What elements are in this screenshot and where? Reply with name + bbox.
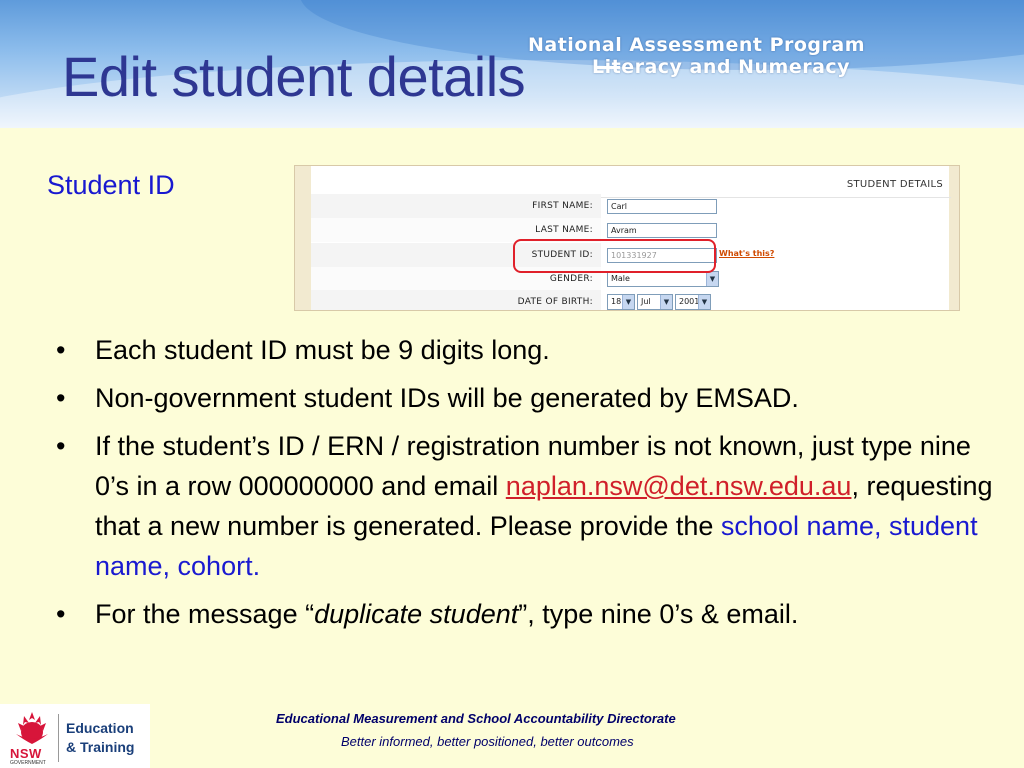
chevron-down-icon: ▼	[698, 295, 710, 309]
first-name-input[interactable]: Carl	[607, 199, 717, 214]
footer-tagline: Better informed, better positioned, bett…	[341, 734, 634, 749]
bullet-dot: •	[56, 599, 66, 629]
waratah-icon	[16, 712, 48, 744]
bullet-list: • Each student ID must be 9 digits long.…	[56, 330, 1006, 642]
bullet-dot: •	[56, 335, 66, 365]
bullet-text: ”, type nine 0’s & email.	[518, 599, 799, 629]
dob-day-value: 18	[611, 297, 622, 306]
bullet-dot: •	[56, 431, 66, 461]
logo-nsw: NSW	[10, 746, 42, 761]
bullet-item: • If the student’s ID / ERN / registrati…	[56, 426, 1006, 586]
dob-year-value: 2001	[679, 297, 700, 306]
logo-divider	[58, 714, 59, 762]
program-line1: National Assessment Program	[528, 34, 866, 56]
bullet-item: • Each student ID must be 9 digits long.	[56, 330, 1006, 370]
chevron-down-icon: ▼	[622, 295, 634, 309]
logo-education: Education	[66, 720, 134, 736]
form-header-text: STUDENT DETAILS	[846, 179, 943, 190]
gender-value: Male	[611, 274, 630, 283]
bullet-text: Each student ID must be 9 digits long.	[95, 335, 550, 365]
bullet-text: For the message “	[95, 599, 315, 629]
dob-row: DATE OF BIRTH: 18 ▼ Jul ▼ 2001 ▼	[311, 290, 951, 310]
student-details-form: STUDENT DETAILS FIRST NAME: Carl LAST NA…	[294, 165, 960, 311]
program-logo-text: National Assessment Program Literacy and…	[528, 34, 865, 78]
student-id-highlight	[513, 239, 716, 273]
chevron-down-icon: ▼	[706, 272, 718, 286]
program-line2: Literacy and Numeracy	[592, 56, 851, 78]
bullet-item: • Non-government student IDs will be gen…	[56, 378, 1006, 418]
nsw-education-logo: NSW GOVERNMENT Education & Training	[0, 704, 150, 768]
bullet-text: Non-government student IDs will be gener…	[95, 383, 799, 413]
form-edge	[295, 166, 311, 310]
email-link[interactable]: naplan.nsw@det.nsw.edu.au	[506, 471, 852, 501]
bullet-item: • For the message “duplicate student”, t…	[56, 594, 1006, 634]
dob-month-select[interactable]: Jul ▼	[637, 294, 673, 310]
section-label: Student ID	[47, 170, 175, 200]
last-name-input[interactable]: Avram	[607, 223, 717, 238]
footer-directorate: Educational Measurement and School Accou…	[276, 711, 676, 726]
logo-government: GOVERNMENT	[10, 760, 46, 766]
dob-label: DATE OF BIRTH:	[311, 290, 601, 310]
gender-select[interactable]: Male ▼	[607, 271, 719, 287]
page-title: Edit student details	[62, 45, 526, 108]
whats-this-link[interactable]: What's this?	[719, 249, 774, 258]
dob-month-value: Jul	[641, 297, 651, 306]
dob-year-select[interactable]: 2001 ▼	[675, 294, 711, 310]
program-dash	[594, 66, 620, 69]
chevron-down-icon: ▼	[660, 295, 672, 309]
first-name-row: FIRST NAME: Carl	[311, 194, 951, 218]
bullet-dot: •	[56, 383, 66, 413]
header-banner: National Assessment Program Literacy and…	[0, 0, 1024, 128]
logo-training: & Training	[66, 739, 135, 755]
bullet-italic-text: duplicate student	[314, 599, 519, 629]
first-name-label: FIRST NAME:	[311, 194, 601, 218]
dob-day-select[interactable]: 18 ▼	[607, 294, 635, 310]
